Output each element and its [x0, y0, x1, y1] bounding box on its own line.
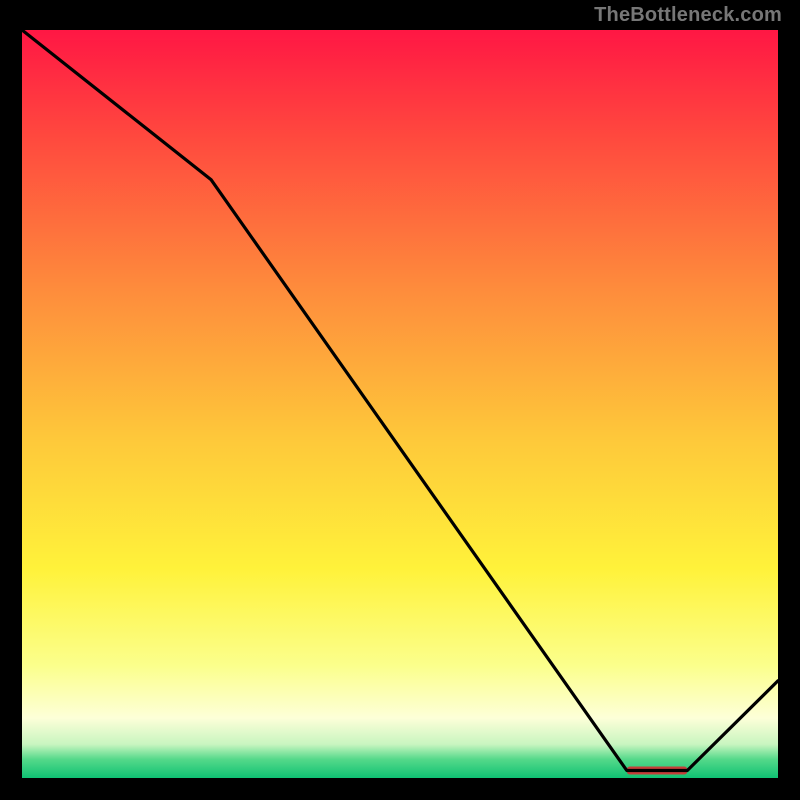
- chart-frame: TheBottleneck.com: [0, 0, 800, 800]
- watermark-label: TheBottleneck.com: [594, 4, 782, 27]
- chart-svg: [22, 30, 778, 778]
- chart-plot-area: [22, 30, 778, 778]
